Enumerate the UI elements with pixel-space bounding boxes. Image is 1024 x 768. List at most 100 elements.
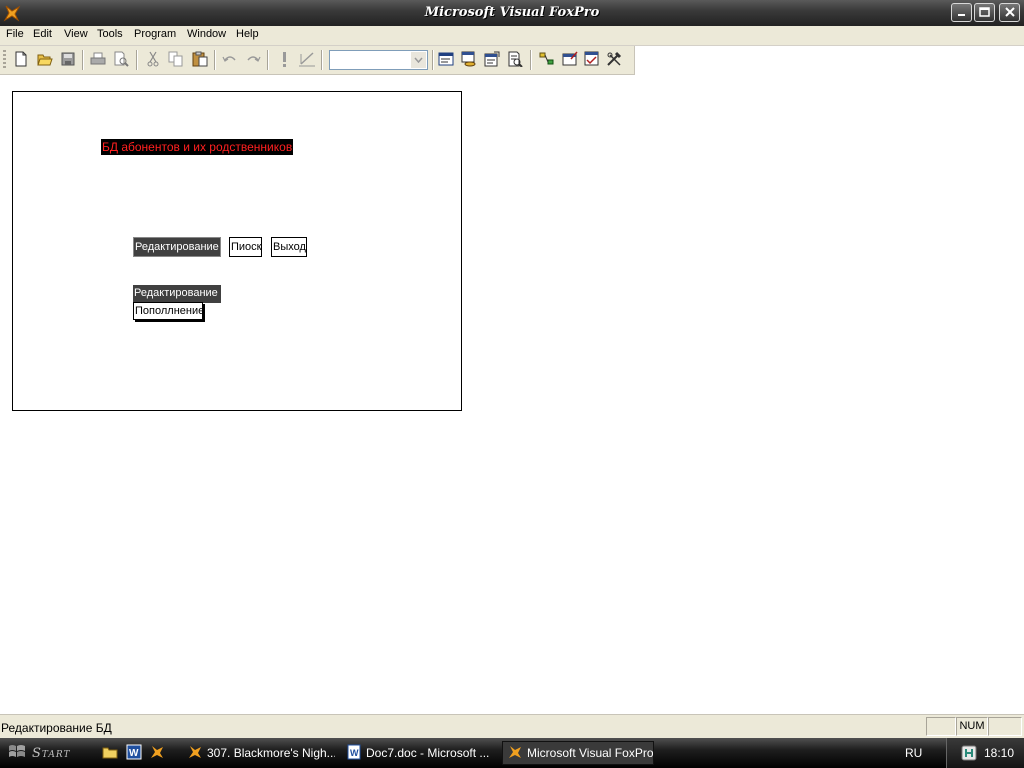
popup-item-add[interactable]: Пополлнение <box>133 302 204 320</box>
modify-form-button[interactable] <box>297 50 317 70</box>
builder-icon <box>606 51 622 70</box>
form-designer-button[interactable] <box>560 50 580 70</box>
start-button[interactable]: Start <box>0 738 92 768</box>
toolbar-combo[interactable] <box>329 50 428 70</box>
menu-tools[interactable]: Tools <box>97 28 123 40</box>
properties-button[interactable] <box>482 50 502 70</box>
class-browser-button[interactable] <box>582 50 602 70</box>
title-bar[interactable]: Microsoft Visual FoxPro <box>0 0 1024 26</box>
quick-launch-explorer[interactable] <box>101 744 119 762</box>
properties-icon <box>484 51 500 70</box>
start-label: Start <box>32 745 71 761</box>
word-doc-icon: W <box>346 744 362 763</box>
redo-icon <box>245 53 261 68</box>
toolbar-separator <box>136 50 138 70</box>
print-preview-icon <box>113 51 129 70</box>
edit-button[interactable]: Редактирование <box>133 237 221 257</box>
cut-icon <box>146 51 160 70</box>
copy-button[interactable] <box>166 50 186 70</box>
minimize-icon <box>957 6 967 20</box>
modify-form-icon <box>298 51 316 70</box>
command-window-icon <box>438 52 454 69</box>
winamp-icon <box>187 744 203 763</box>
code-icon <box>507 51 523 70</box>
toolbar-separator <box>432 50 434 70</box>
language-indicator[interactable]: RU <box>905 746 922 760</box>
svg-text:W: W <box>350 748 359 758</box>
paste-icon <box>192 51 208 70</box>
task-label: Microsoft Visual FoxPro <box>527 746 654 760</box>
menu-view[interactable]: View <box>64 28 88 40</box>
maximize-button[interactable] <box>974 3 995 22</box>
standard-toolbar <box>0 46 635 75</box>
run-icon <box>280 51 288 70</box>
quick-launch-word[interactable]: W <box>125 744 143 762</box>
task-winamp[interactable]: 307. Blackmore's Nigh... <box>183 741 335 765</box>
restore-icon <box>979 6 990 20</box>
window-title: Microsoft Visual FoxPro <box>424 5 600 20</box>
menu-help[interactable]: Help <box>236 28 259 40</box>
view-window-button[interactable] <box>459 50 479 70</box>
status-num-indicator: NUM <box>956 717 988 736</box>
menu-file[interactable]: File <box>6 28 24 40</box>
network-icon[interactable] <box>961 745 977 764</box>
toolbar-separator <box>267 50 269 70</box>
task-word-doc[interactable]: W Doc7.doc - Microsoft ... <box>342 741 494 765</box>
undo-button[interactable] <box>220 50 240 70</box>
class-browser-icon <box>584 51 600 70</box>
menu-bar: File Edit View Tools Program Window Help <box>0 26 1024 46</box>
svg-text:W: W <box>129 748 139 759</box>
cut-button[interactable] <box>143 50 163 70</box>
folder-icon <box>102 745 118 762</box>
open-button[interactable] <box>35 50 55 70</box>
save-icon <box>61 52 75 69</box>
status-panel-empty <box>926 717 956 736</box>
foxpro-icon <box>149 744 165 763</box>
taskbar: Start W 307. Blackmore's Nigh... W Doc7.… <box>0 738 1024 768</box>
print-button[interactable] <box>88 50 108 70</box>
search-button[interactable]: Пиоск <box>229 237 262 257</box>
redo-button[interactable] <box>243 50 263 70</box>
exit-button[interactable]: Выход <box>271 237 307 257</box>
open-icon <box>37 52 53 69</box>
paste-button[interactable] <box>190 50 210 70</box>
toolbar-separator <box>82 50 84 70</box>
clock[interactable]: 18:10 <box>984 746 1014 760</box>
new-button[interactable] <box>11 50 31 70</box>
close-button[interactable] <box>999 3 1020 22</box>
print-icon <box>90 52 106 69</box>
builder-button[interactable] <box>604 50 624 70</box>
popup-item-edit[interactable]: Редактирование <box>133 285 221 303</box>
menu-edit[interactable]: Edit <box>33 28 52 40</box>
quick-launch-foxpro[interactable] <box>148 744 166 762</box>
chevron-down-icon[interactable] <box>411 52 426 68</box>
command-window-button[interactable] <box>436 50 456 70</box>
data-session-icon <box>539 51 555 70</box>
task-label: 307. Blackmore's Nigh... <box>207 746 335 760</box>
toolbar-separator <box>214 50 216 70</box>
view-window-icon <box>461 51 477 70</box>
data-session-button[interactable] <box>537 50 557 70</box>
foxpro-icon <box>507 744 523 763</box>
status-bar: Редактирование БД NUM <box>0 714 1024 739</box>
undo-icon <box>222 53 238 68</box>
status-message: Редактирование БД <box>1 721 112 735</box>
status-panel-empty <box>988 717 1022 736</box>
form-designer-icon <box>562 51 578 70</box>
code-button[interactable] <box>505 50 525 70</box>
word-icon: W <box>126 744 142 763</box>
menu-program[interactable]: Program <box>134 28 176 40</box>
menu-window[interactable]: Window <box>187 28 226 40</box>
toolbar-grip[interactable] <box>3 50 6 70</box>
windows-logo-icon <box>8 743 26 763</box>
task-foxpro[interactable]: Microsoft Visual FoxPro <box>502 741 654 765</box>
save-button[interactable] <box>58 50 78 70</box>
toolbar-separator <box>530 50 532 70</box>
print-preview-button[interactable] <box>111 50 131 70</box>
copy-icon <box>168 51 184 70</box>
minimize-button[interactable] <box>951 3 972 22</box>
new-icon <box>14 51 28 70</box>
system-tray: 18:10 <box>946 738 1024 768</box>
run-button[interactable] <box>274 50 294 70</box>
toolbar-separator <box>321 50 323 70</box>
